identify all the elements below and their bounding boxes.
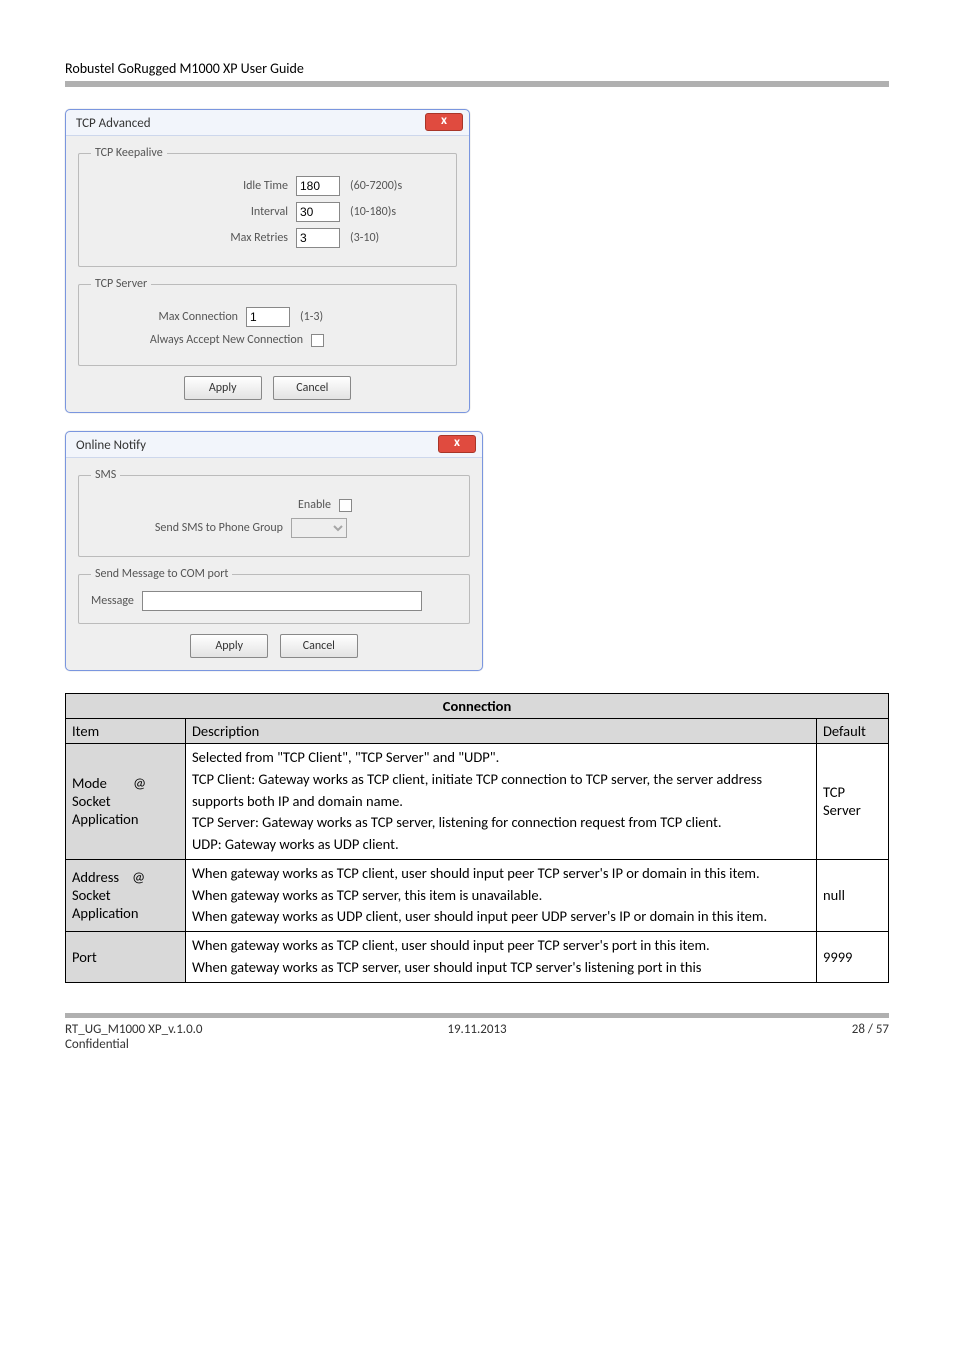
dialog-titlebar: Online Notify x (66, 432, 482, 458)
footer-center: 19.11.2013 (340, 1022, 615, 1052)
item-cell: Address @ Socket Application (66, 859, 186, 931)
page-footer: RT_UG_M1000 XP_v.1.0.0 Confidential 19.1… (65, 1013, 889, 1052)
table-row: Address @ Socket Application When gatewa… (66, 859, 889, 931)
always-accept-label: Always Accept New Connection (91, 333, 311, 347)
max-connection-input[interactable] (246, 307, 290, 327)
dialog-body: SMS Enable Send SMS to Phone Group Send … (66, 458, 482, 670)
always-accept-checkbox[interactable] (311, 334, 324, 347)
table-row: Mode @ Socket Application Selected from … (66, 744, 889, 860)
idle-time-hint: (60-7200)s (350, 179, 402, 193)
max-connection-label: Max Connection (91, 310, 246, 324)
default-cell: TCP Server (817, 744, 889, 860)
com-port-fieldset: Send Message to COM port Message (78, 567, 470, 624)
dialog-body: TCP Keepalive Idle Time (60-7200)s Inter… (66, 136, 469, 412)
apply-button[interactable]: Apply (190, 634, 268, 658)
message-label: Message (91, 594, 134, 608)
sms-group-label: Send SMS to Phone Group (91, 521, 291, 535)
header-divider (65, 81, 889, 87)
sms-legend: SMS (91, 468, 120, 482)
sms-fieldset: SMS Enable Send SMS to Phone Group (78, 468, 470, 557)
keepalive-fieldset: TCP Keepalive Idle Time (60-7200)s Inter… (78, 146, 457, 267)
footer-left-1: RT_UG_M1000 XP_v.1.0.0 (65, 1022, 340, 1037)
close-icon[interactable]: x (438, 435, 476, 453)
idle-time-label: Idle Time (91, 179, 296, 193)
col-desc-header: Description (186, 719, 817, 744)
apply-button[interactable]: Apply (184, 376, 262, 400)
sms-group-select[interactable] (291, 518, 347, 538)
interval-hint: (10-180)s (350, 205, 396, 219)
enable-label: Enable (91, 498, 339, 512)
item-cell: Port (66, 932, 186, 983)
item-cell: Mode @ Socket Application (66, 744, 186, 860)
keepalive-legend: TCP Keepalive (91, 146, 167, 160)
footer-right: 28 / 57 (614, 1022, 889, 1052)
tcp-server-fieldset: TCP Server Max Connection (1-3) Always A… (78, 277, 457, 366)
enable-checkbox[interactable] (339, 499, 352, 512)
dialog-title-text: Online Notify (76, 438, 146, 453)
connection-table: Connection Item Description Default Mode… (65, 693, 889, 983)
desc-cell: When gateway works as TCP client, user s… (186, 859, 817, 931)
cancel-button[interactable]: Cancel (280, 634, 358, 658)
tcp-advanced-dialog: TCP Advanced x TCP Keepalive Idle Time (… (65, 109, 470, 413)
default-cell: null (817, 859, 889, 931)
cancel-button[interactable]: Cancel (273, 376, 351, 400)
title-blur (155, 439, 185, 453)
default-cell: 9999 (817, 932, 889, 983)
title-blur (160, 117, 190, 131)
table-row: Port When gateway works as TCP client, u… (66, 932, 889, 983)
max-connection-hint: (1-3) (300, 310, 323, 324)
max-retries-input[interactable] (296, 228, 340, 248)
online-notify-dialog: Online Notify x SMS Enable Send SMS to P… (65, 431, 483, 671)
interval-input[interactable] (296, 202, 340, 222)
table-heading: Connection (66, 694, 889, 719)
tcp-server-legend: TCP Server (91, 277, 151, 291)
com-port-legend: Send Message to COM port (91, 567, 232, 581)
col-def-header: Default (817, 719, 889, 744)
col-item-header: Item (66, 719, 186, 744)
interval-label: Interval (91, 205, 296, 219)
page-header: Robustel GoRugged M1000 XP User Guide (65, 60, 889, 77)
dialog-titlebar: TCP Advanced x (66, 110, 469, 136)
idle-time-input[interactable] (296, 176, 340, 196)
desc-cell: When gateway works as TCP client, user s… (186, 932, 817, 983)
footer-left-2: Confidential (65, 1037, 340, 1052)
desc-cell: Selected from "TCP Client", "TCP Server"… (186, 744, 817, 860)
footer-divider (65, 1013, 889, 1018)
dialog-title-text: TCP Advanced (76, 116, 151, 131)
max-retries-label: Max Retries (91, 231, 296, 245)
message-input[interactable] (142, 591, 422, 611)
max-retries-hint: (3-10) (350, 231, 379, 245)
close-icon[interactable]: x (425, 113, 463, 131)
